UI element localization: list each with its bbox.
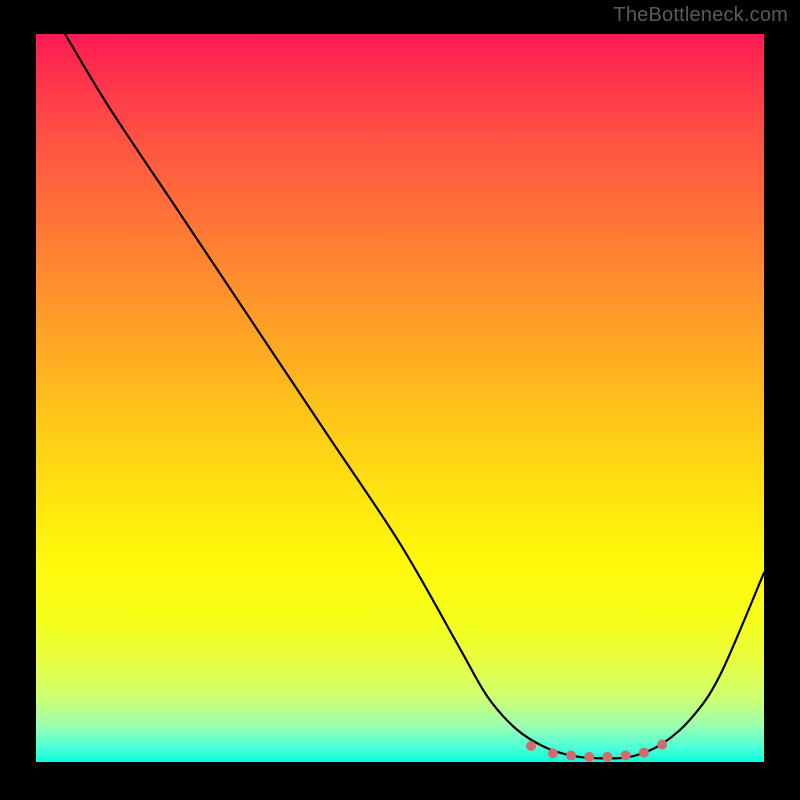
chart-container: TheBottleneck.com — [0, 0, 800, 800]
marker-dot — [584, 752, 594, 762]
marker-dot — [621, 750, 631, 760]
bottleneck-curve — [65, 34, 764, 758]
attribution-text: TheBottleneck.com — [613, 4, 788, 27]
marker-dot — [657, 740, 667, 750]
marker-dot — [566, 750, 576, 760]
marker-dot — [526, 741, 536, 751]
chart-svg — [36, 34, 764, 762]
marker-dot — [639, 748, 649, 758]
bottleneck-dots — [526, 740, 667, 762]
marker-dot — [602, 752, 612, 762]
plot-area — [36, 34, 764, 762]
marker-dot — [548, 748, 558, 758]
